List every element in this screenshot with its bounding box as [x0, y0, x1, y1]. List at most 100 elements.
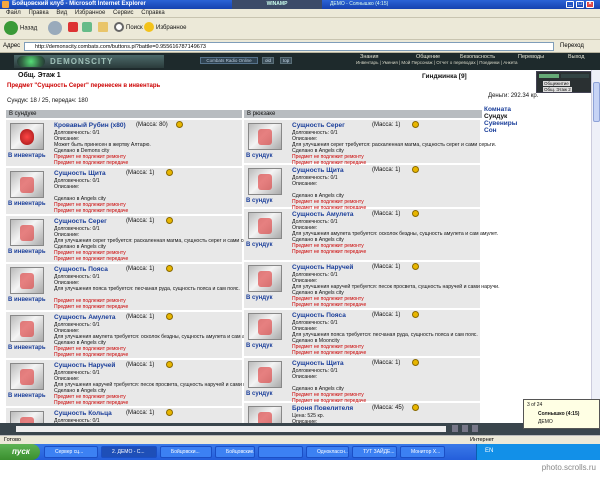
side-link-souvenirs[interactable]: Сувениры — [484, 120, 517, 127]
taskbar-button[interactable]: Бойцовски... — [160, 446, 212, 458]
favorites-button[interactable]: Избранное — [144, 21, 186, 35]
info-icon[interactable] — [166, 361, 173, 368]
item-name[interactable]: Сущность Амулета — [54, 314, 116, 321]
refresh-button[interactable] — [82, 21, 94, 35]
forward-button[interactable] — [48, 21, 64, 36]
info-icon[interactable] — [412, 121, 419, 128]
info-icon[interactable] — [166, 169, 173, 176]
chat-clear-button[interactable] — [472, 425, 478, 432]
item-name[interactable]: Сущность Наручей — [54, 362, 115, 369]
side-link-room[interactable]: Комната — [484, 106, 517, 113]
item-name[interactable]: Сущность Серег — [54, 218, 107, 225]
item-mass: (Масса: 1) — [126, 170, 155, 176]
nav-exit[interactable]: Выход — [568, 54, 584, 60]
taskbar-button[interactable]: Бойцовские... — [215, 446, 255, 458]
home-icon — [98, 22, 108, 33]
item-mass: (Масса: 1) — [126, 218, 155, 224]
hero-name[interactable]: Гинджинка [9] — [422, 73, 467, 80]
side-link-chest[interactable]: Сундук — [484, 113, 517, 120]
chat-send-button[interactable] — [452, 425, 458, 432]
search-button[interactable]: Поиск — [114, 21, 143, 35]
chat-input[interactable] — [16, 426, 446, 432]
item-name[interactable]: Сущность Амулета — [292, 211, 354, 218]
side-link-sleep[interactable]: Сон — [484, 127, 517, 134]
move-to-inventory-link[interactable]: В инвентарь — [8, 297, 46, 303]
move-to-chest-link[interactable]: В сундук — [246, 198, 273, 204]
menu-view[interactable]: Вид — [56, 9, 67, 18]
chat-smiles-button[interactable] — [462, 425, 468, 432]
item-name[interactable]: Сущность Серег — [292, 122, 345, 129]
maximize-button[interactable]: □ — [576, 1, 584, 8]
move-to-chest-link[interactable]: В сундук — [246, 242, 273, 248]
scroll-thumb[interactable] — [593, 82, 600, 122]
start-button[interactable]: пуск — [0, 444, 40, 460]
move-to-chest-link[interactable]: В сундук — [246, 153, 273, 159]
move-to-inventory-link[interactable]: В инвентарь — [8, 249, 46, 255]
language-indicator[interactable]: EN — [485, 448, 493, 454]
taskbar-button[interactable]: ТУТ ЗАЙДЕ... — [352, 446, 397, 458]
menu-edit[interactable]: Правка — [28, 9, 48, 18]
item-name[interactable]: Сущность Щита — [292, 167, 344, 174]
item-name[interactable]: Сущность Щита — [54, 170, 106, 177]
chest-item: В инвентарь Сущность Наручей (Масса: 1) Дол… — [6, 360, 262, 408]
item-name[interactable]: Сущность Щита — [292, 360, 344, 367]
old-button[interactable]: old — [262, 57, 275, 64]
stop-button[interactable] — [68, 21, 80, 35]
info-icon[interactable] — [166, 217, 173, 224]
info-icon[interactable] — [412, 166, 419, 173]
chest-item: В инвентарь Сущность Серег (Масса: 1) Долго… — [6, 216, 258, 264]
item-name[interactable]: Кровавый Рубин (x80) — [54, 122, 126, 129]
menu-file[interactable]: Файл — [6, 9, 21, 18]
info-icon[interactable] — [412, 359, 419, 366]
top-button[interactable]: top — [280, 57, 293, 64]
address-input[interactable]: http://demonscity.combats.com/buttons.pl… — [24, 42, 554, 51]
move-to-inventory-link[interactable]: В инвентарь — [8, 393, 46, 399]
search-icon — [114, 22, 124, 33]
vertical-scrollbar[interactable] — [591, 70, 600, 423]
taskbar-button[interactable] — [258, 446, 303, 458]
item-name[interactable]: Сущность Наручей — [292, 264, 353, 271]
item-name[interactable]: Сущность Кольца — [54, 410, 112, 417]
back-button[interactable]: Назад — [4, 21, 37, 36]
winamp-song: Солнышко (4:15) — [538, 411, 580, 417]
taskbar-button[interactable]: 2. ДЕМО - С... — [101, 446, 157, 458]
item-name[interactable]: Броня Повелителя — [292, 405, 353, 412]
nav-transfers[interactable]: Переводы — [518, 54, 544, 60]
item-name[interactable]: Сущность Пояса — [292, 312, 346, 319]
go-button[interactable]: Переход — [560, 43, 584, 49]
winamp-title: WINAMP — [232, 0, 322, 9]
item-image — [10, 171, 44, 198]
menu-help[interactable]: Справка — [141, 9, 165, 18]
move-to-chest-link[interactable]: В сундук — [246, 391, 273, 397]
menu-tools[interactable]: Сервис — [113, 9, 134, 18]
move-to-inventory-link[interactable]: В инвентарь — [8, 201, 46, 207]
taskbar-button[interactable]: Одноклассн... — [306, 446, 349, 458]
minimap-link-floor2[interactable]: Общ. Этаж 2 — [543, 87, 572, 92]
info-icon[interactable] — [412, 311, 419, 318]
taskbar-button[interactable]: Монитор Х... — [400, 446, 445, 458]
site-logo[interactable]: DEMONSCITY — [14, 55, 164, 68]
taskbar-button[interactable]: Сервер сц... — [44, 446, 98, 458]
move-to-inventory-link[interactable]: В инвентарь — [8, 153, 46, 159]
menu-favorites[interactable]: Избранное — [75, 9, 105, 18]
info-icon[interactable] — [166, 265, 173, 272]
item-name[interactable]: Сущность Пояса — [54, 266, 108, 273]
info-icon[interactable] — [166, 409, 173, 416]
no-transfer-note: Предмет не подлежит передаче — [292, 350, 367, 356]
move-to-inventory-link[interactable]: В инвентарь — [8, 345, 46, 351]
chest-item: В инвентарь Кровавый Рубин (x80) (Масса: 8… — [6, 120, 242, 168]
info-icon[interactable] — [412, 404, 419, 411]
radio-button[interactable]: Combats Radio Online — [200, 57, 258, 64]
info-icon[interactable] — [412, 263, 419, 270]
close-button[interactable]: × — [586, 1, 594, 8]
site-subnav[interactable]: Инвентарь | Умения | Мой Персонаж | Отче… — [356, 60, 518, 65]
home-button[interactable] — [98, 21, 110, 35]
move-to-chest-link[interactable]: В сундук — [246, 295, 273, 301]
info-icon[interactable] — [412, 210, 419, 217]
info-icon[interactable] — [166, 313, 173, 320]
info-icon[interactable] — [176, 121, 183, 128]
move-to-chest-link[interactable]: В сундук — [246, 343, 273, 349]
item-description: Для улучшения пояса требуется: песчаная … — [54, 286, 240, 292]
minimap-link-dorm[interactable]: Общежитие — [543, 81, 570, 86]
minimize-button[interactable]: _ — [566, 1, 574, 8]
